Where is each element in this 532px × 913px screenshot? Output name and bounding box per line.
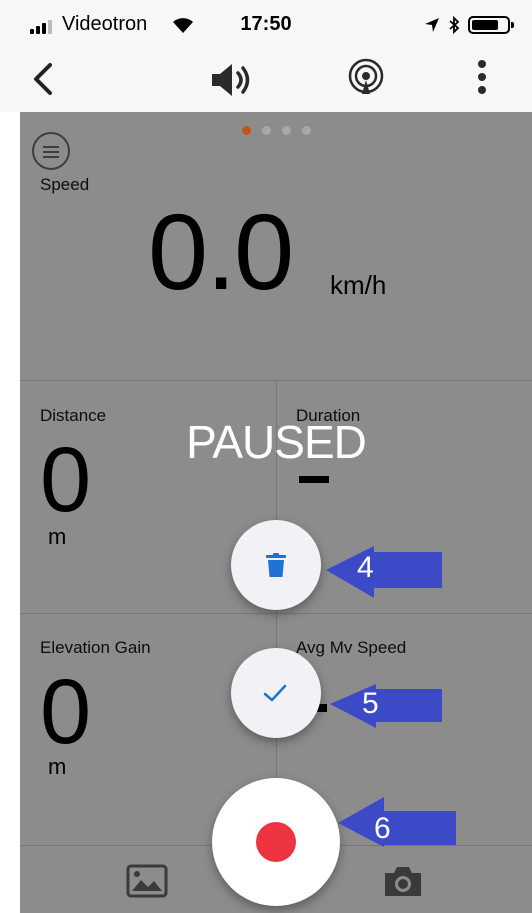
duration-value-dash [299,476,329,483]
distance-unit: m [48,524,67,549]
record-dot-icon [256,822,296,862]
gallery-icon[interactable] [126,864,168,898]
toolbar [0,50,532,112]
annotation-arrow-5 [330,684,442,728]
annotation-arrow-6 [338,797,456,847]
menu-icon[interactable] [32,132,70,170]
elevation-value: 0 [40,661,92,763]
annotation-number-5: 5 [362,687,379,720]
page-dot [301,126,311,135]
delete-button[interactable] [231,520,321,610]
speed-label: Speed [40,175,90,194]
page-dot [281,126,291,135]
battery-icon [468,16,514,34]
more-vertical-icon[interactable] [476,58,488,98]
location-arrow-icon [425,18,439,32]
record-button[interactable] [212,778,340,906]
speaker-icon[interactable] [210,62,254,98]
trash-icon [266,553,286,577]
page-dot [261,126,271,135]
status-bar: Videotron 17:50 [0,0,532,50]
finish-button[interactable] [231,648,321,738]
checkmark-icon [263,684,287,702]
page-indicator[interactable] [20,126,532,135]
broadcast-icon[interactable] [346,58,386,98]
annotation-number-4: 4 [357,551,374,584]
annotation-number-6: 6 [374,812,391,845]
elevation-unit: m [48,754,67,779]
avg-speed-label: Avg Mv Speed [296,638,407,657]
annotation-arrow-4 [326,546,442,598]
camera-icon[interactable] [382,864,424,898]
speed-unit: km/h [330,270,387,300]
back-chevron-icon[interactable] [32,62,54,96]
elevation-label: Elevation Gain [40,638,151,657]
speed-value: 0.0 [148,191,294,312]
paused-overlay-text: PAUSED [186,416,367,468]
divider [20,613,532,614]
page-dot-active [241,126,251,135]
bluetooth-icon [449,16,460,34]
